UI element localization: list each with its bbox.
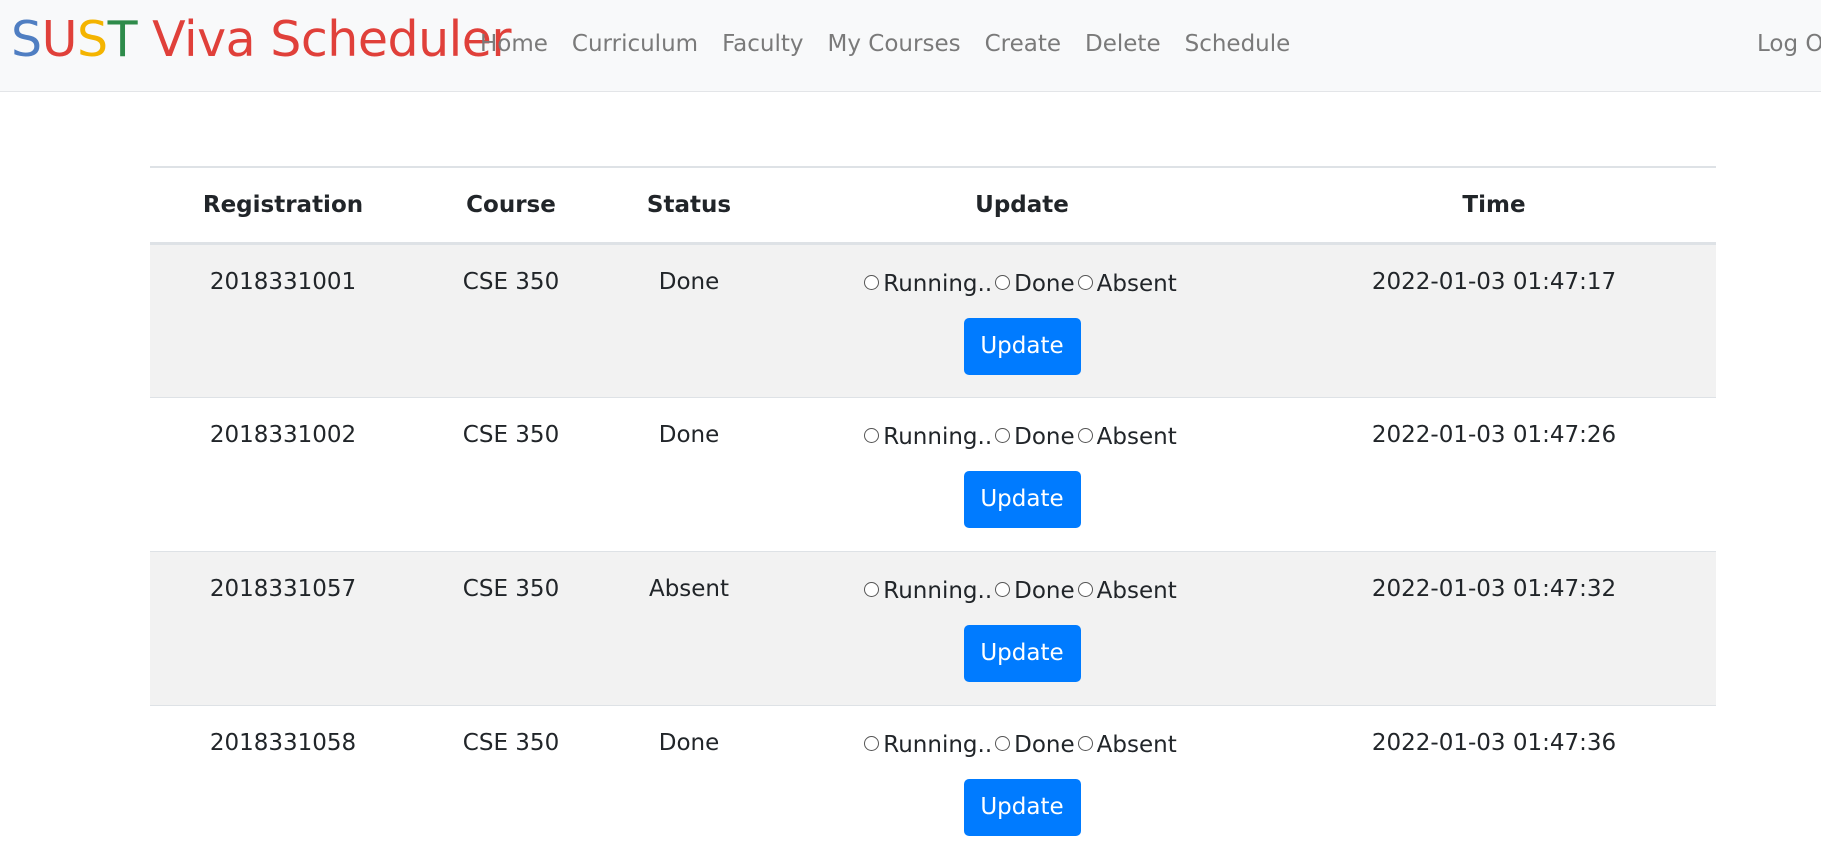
cell-update: Running.. Done Absent Update xyxy=(772,706,1272,860)
update-button[interactable]: Update xyxy=(963,625,1081,682)
nav-link-curriculum[interactable]: Curriculum xyxy=(572,26,698,62)
logout-link[interactable]: Log Out xyxy=(1757,26,1821,62)
cell-update: Running.. Done Absent Update xyxy=(772,398,1272,552)
cell-course: CSE 350 xyxy=(462,422,560,448)
cell-course: CSE 350 xyxy=(462,269,560,295)
update-button[interactable]: Update xyxy=(963,471,1081,528)
table-row: 2018331057 CSE 350 Absent Running.. Done… xyxy=(150,551,1716,706)
header-time: Time xyxy=(1462,192,1526,218)
header-registration: Registration xyxy=(202,192,364,218)
cell-status: Done xyxy=(658,730,720,756)
cell-time: 2022-01-03 01:47:36 xyxy=(1371,730,1617,756)
cell-registration: 2018331058 xyxy=(209,730,357,756)
radio-done[interactable] xyxy=(995,735,1011,751)
cell-status: Done xyxy=(658,422,720,448)
header-course: Course xyxy=(466,192,556,218)
radio-running-label: Running.. xyxy=(883,578,993,604)
radio-absent[interactable] xyxy=(1077,735,1093,751)
status-radio-group: Running.. Done Absent xyxy=(772,730,1272,760)
cell-update: Running.. Done Absent Update xyxy=(772,552,1272,706)
radio-absent-label: Absent xyxy=(1096,578,1177,604)
brand-letter: U xyxy=(41,11,78,68)
cell-course: CSE 350 xyxy=(462,576,560,602)
radio-done[interactable] xyxy=(995,581,1011,597)
cell-course: CSE 350 xyxy=(462,730,560,756)
radio-running-label: Running.. xyxy=(883,271,993,297)
table-row: 2018331001 CSE 350 Done Running.. Done A… xyxy=(150,243,1716,398)
radio-running[interactable] xyxy=(864,274,880,290)
radio-done-label: Done xyxy=(1014,424,1075,450)
radio-done-label: Done xyxy=(1014,271,1075,297)
header-status: Status xyxy=(646,192,732,218)
radio-done[interactable] xyxy=(995,427,1011,443)
brand-letter: S xyxy=(76,11,108,68)
radio-absent-label: Absent xyxy=(1096,271,1177,297)
radio-absent[interactable] xyxy=(1077,274,1093,290)
radio-done-label: Done xyxy=(1014,578,1075,604)
navbar: SUST Viva Scheduler Home Curriculum Facu… xyxy=(0,0,1821,92)
nav-link-my-courses[interactable]: My Courses xyxy=(828,26,961,62)
radio-done-label: Done xyxy=(1014,732,1075,758)
radio-running[interactable] xyxy=(864,427,880,443)
radio-running-label: Running.. xyxy=(883,732,993,758)
nav-link-home[interactable]: Home xyxy=(480,26,548,62)
status-radio-group: Running.. Done Absent xyxy=(772,422,1272,452)
brand-letter: S xyxy=(11,11,42,68)
status-radio-group: Running.. Done Absent xyxy=(772,576,1272,606)
cell-registration: 2018331057 xyxy=(209,576,357,602)
table-header-row: Registration Course Status Update Time xyxy=(150,167,1716,244)
brand-letter: T xyxy=(107,11,138,68)
nav-links: Home Curriculum Faculty My Courses Creat… xyxy=(480,26,1314,62)
radio-done[interactable] xyxy=(995,274,1011,290)
cell-status: Done xyxy=(658,269,720,295)
cell-status: Absent xyxy=(648,576,730,602)
radio-running-label: Running.. xyxy=(883,424,993,450)
cell-registration: 2018331002 xyxy=(209,422,357,448)
nav-link-faculty[interactable]: Faculty xyxy=(722,26,803,62)
update-button[interactable]: Update xyxy=(963,779,1081,836)
radio-absent[interactable] xyxy=(1077,427,1093,443)
brand-name: Viva Scheduler xyxy=(137,11,512,68)
viva-table: Registration Course Status Update Time 2… xyxy=(150,166,1716,860)
radio-absent[interactable] xyxy=(1077,581,1093,597)
cell-time: 2022-01-03 01:47:32 xyxy=(1371,576,1617,602)
cell-time: 2022-01-03 01:47:26 xyxy=(1371,422,1617,448)
viva-table-container: Registration Course Status Update Time 2… xyxy=(150,166,1716,860)
header-update: Update xyxy=(975,192,1069,218)
cell-registration: 2018331001 xyxy=(209,269,357,295)
nav-link-schedule[interactable]: Schedule xyxy=(1185,26,1291,62)
radio-running[interactable] xyxy=(864,581,880,597)
radio-absent-label: Absent xyxy=(1096,732,1177,758)
table-row: 2018331002 CSE 350 Done Running.. Done A… xyxy=(150,397,1716,552)
cell-update: Running.. Done Absent Update xyxy=(772,244,1272,398)
brand-logo[interactable]: SUST Viva Scheduler xyxy=(11,8,512,72)
cell-time: 2022-01-03 01:47:17 xyxy=(1371,269,1617,295)
update-button[interactable]: Update xyxy=(963,318,1081,375)
status-radio-group: Running.. Done Absent xyxy=(772,269,1272,299)
radio-absent-label: Absent xyxy=(1096,424,1177,450)
radio-running[interactable] xyxy=(864,735,880,751)
nav-link-create[interactable]: Create xyxy=(985,26,1061,62)
nav-link-delete[interactable]: Delete xyxy=(1085,26,1161,62)
table-row: 2018331058 CSE 350 Done Running.. Done A… xyxy=(150,705,1716,860)
